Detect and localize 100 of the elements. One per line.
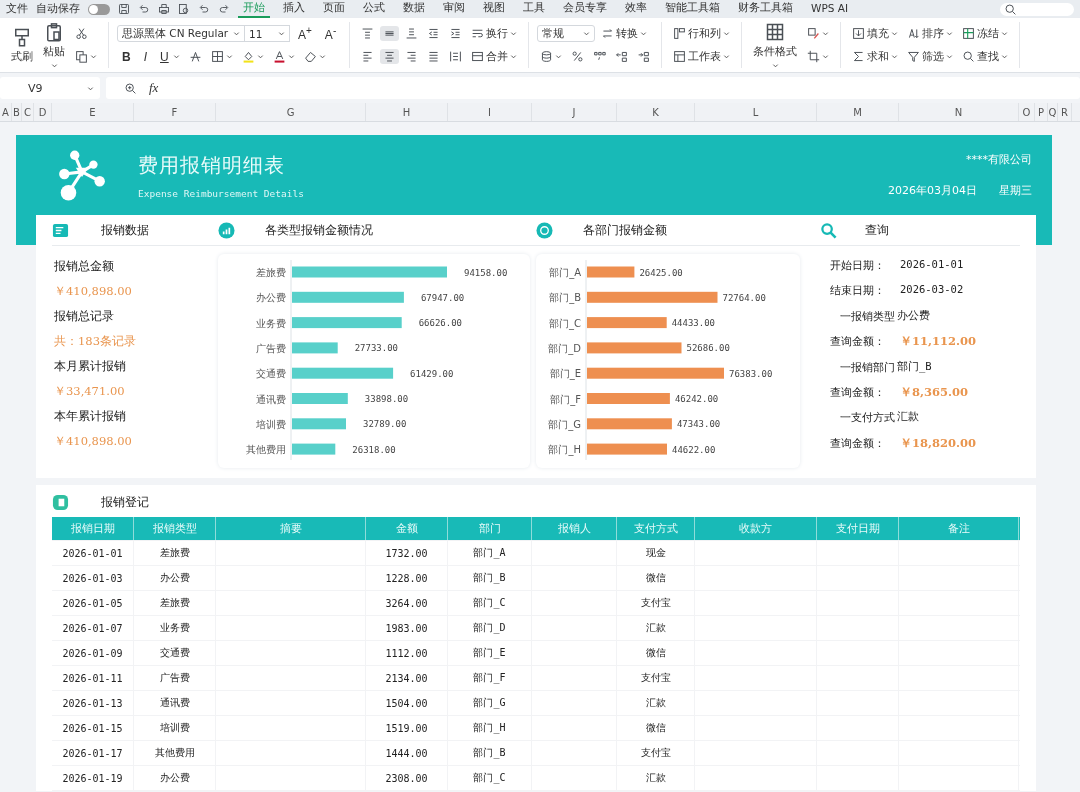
shrink-font-button[interactable]: A$^{-}$ [319, 24, 342, 43]
category-label: 广告费 [256, 342, 286, 354]
filter-button[interactable]: 筛选 [904, 48, 957, 65]
notebook-icon [52, 493, 69, 511]
table-cell: 办公费 [134, 566, 216, 590]
worksheet-button[interactable]: 工作表 [670, 48, 734, 65]
format-painter-button[interactable]: 式刷 [8, 24, 36, 66]
bar-chart-icon [218, 221, 235, 239]
bold-button[interactable]: B [117, 48, 136, 65]
table-cell: 1228.00 [366, 566, 448, 590]
value-label: 67947.00 [420, 292, 465, 303]
copy-icon [75, 50, 88, 63]
dropdown-select[interactable]: 11 [244, 25, 290, 42]
caret-icon [318, 53, 326, 60]
rows-columns-icon [673, 27, 687, 40]
convert-button[interactable]: 转换 [598, 25, 651, 42]
category-label: 部门_E [549, 368, 581, 380]
magnifier-page-icon[interactable] [178, 3, 190, 15]
column-header[interactable]: H [366, 103, 448, 121]
ribbon-tab[interactable]: 效率 [620, 0, 652, 18]
column-header[interactable]: J [532, 103, 617, 121]
value-label: 44433.00 [671, 318, 716, 329]
italic-button[interactable]: I [138, 48, 152, 65]
paste-button[interactable]: 粘贴 [40, 19, 68, 71]
function-button[interactable]: fx [149, 80, 159, 96]
caret-icon [891, 30, 899, 37]
column-header[interactable]: F [134, 103, 216, 121]
connected-nodes-logo [56, 149, 108, 201]
column-header[interactable]: I [448, 103, 532, 121]
underline-button[interactable]: U [155, 48, 183, 65]
value-label: 27733.00 [354, 343, 399, 354]
category-label: 部门_B [549, 292, 581, 304]
column-header[interactable]: L [695, 103, 817, 121]
sum-button[interactable]: 求和 [849, 48, 902, 65]
column-header[interactable]: G [216, 103, 366, 121]
table-cell: 业务费 [134, 616, 216, 640]
ribbon-tab[interactable]: WPS AI [806, 1, 853, 17]
query-label: 查询金额： [830, 384, 886, 400]
table-cell: 2026-01-07 [52, 616, 134, 640]
ribbon-tab[interactable]: 财务工具箱 [733, 0, 798, 18]
column-header[interactable]: K [617, 103, 695, 121]
column-header[interactable]: A [0, 103, 12, 121]
caret-icon [172, 53, 180, 60]
rows-columns-button[interactable]: 行和列 [670, 25, 734, 42]
dropdown-select[interactable]: 常规 [537, 25, 596, 42]
category-label: 部门_A [549, 267, 581, 278]
caret-icon [723, 53, 731, 60]
category-label: 其他费用 [246, 444, 286, 456]
printer-icon[interactable] [158, 3, 170, 15]
column-header[interactable]: O [1019, 103, 1035, 121]
fill-button[interactable]: 填充 [849, 25, 902, 42]
curved-arrow-icon[interactable] [198, 3, 210, 15]
report-subtitle: Expense Reimbursement Details [138, 187, 305, 199]
table-cell: 其他费用 [134, 741, 216, 765]
ribbon-tab[interactable]: 审阅 [438, 0, 470, 18]
wrap-text-button[interactable]: 换行 [468, 25, 521, 42]
search-field[interactable] [1000, 2, 1074, 16]
file-menu[interactable]: 文件 [6, 2, 28, 16]
column-header[interactable]: M [817, 103, 899, 121]
formula-field[interactable]: fx [106, 77, 1080, 99]
sort-button[interactable]: 排序 [904, 25, 957, 42]
ribbon-tab[interactable]: 插入 [278, 0, 310, 18]
conditional-format-button[interactable]: 条件格式 [750, 19, 801, 71]
bar [292, 342, 338, 354]
table-cell: 2308.00 [366, 766, 448, 790]
ribbon-tab[interactable]: 公式 [358, 0, 390, 18]
find-button[interactable]: 查找 [959, 48, 1012, 65]
ribbon-tab[interactable]: 页面 [318, 0, 350, 18]
column-header[interactable]: C [22, 103, 34, 121]
category-label: 业务费 [256, 317, 286, 329]
column-header[interactable]: R [1058, 103, 1072, 121]
stat-value: ￥33,471.00 [54, 383, 126, 400]
freeze-button[interactable]: 冻结 [959, 25, 1012, 42]
column-header[interactable]: E [52, 103, 134, 121]
ribbon-tab[interactable]: 数据 [398, 0, 430, 18]
name-box[interactable]: V9 [0, 77, 100, 99]
curved-arrow-icon[interactable] [218, 3, 230, 15]
section-title: 报销数据 [101, 221, 149, 239]
column-header[interactable]: Q [1048, 103, 1058, 121]
align-center-button[interactable] [380, 49, 400, 64]
merge-button[interactable]: 合并 [468, 48, 521, 65]
column-header[interactable]: P [1035, 103, 1048, 121]
ribbon-tab[interactable]: 会员专享 [558, 0, 612, 18]
table-cell: 微信 [617, 566, 695, 590]
curved-arrow-icon[interactable] [138, 3, 150, 15]
align-middle-button[interactable] [380, 26, 400, 41]
caret-icon [510, 53, 518, 60]
ribbon-tab[interactable]: 工具 [518, 0, 550, 18]
thousands-separator-icon [593, 50, 607, 63]
ribbon-tab[interactable]: 视图 [478, 0, 510, 18]
grow-font-button[interactable]: A$^{+}$ [293, 24, 317, 43]
table-cell: 3264.00 [366, 591, 448, 615]
column-header[interactable]: D [34, 103, 52, 121]
ribbon-tab[interactable]: 智能工具箱 [660, 0, 725, 18]
column-header[interactable]: B [12, 103, 22, 121]
dropdown-select[interactable]: 思源黑体 CN Regular [117, 25, 245, 42]
autosave-toggle[interactable] [88, 3, 110, 15]
column-header[interactable]: N [899, 103, 1019, 121]
table-cell: 培训费 [134, 716, 216, 740]
floppy-disk-icon[interactable] [118, 3, 130, 15]
